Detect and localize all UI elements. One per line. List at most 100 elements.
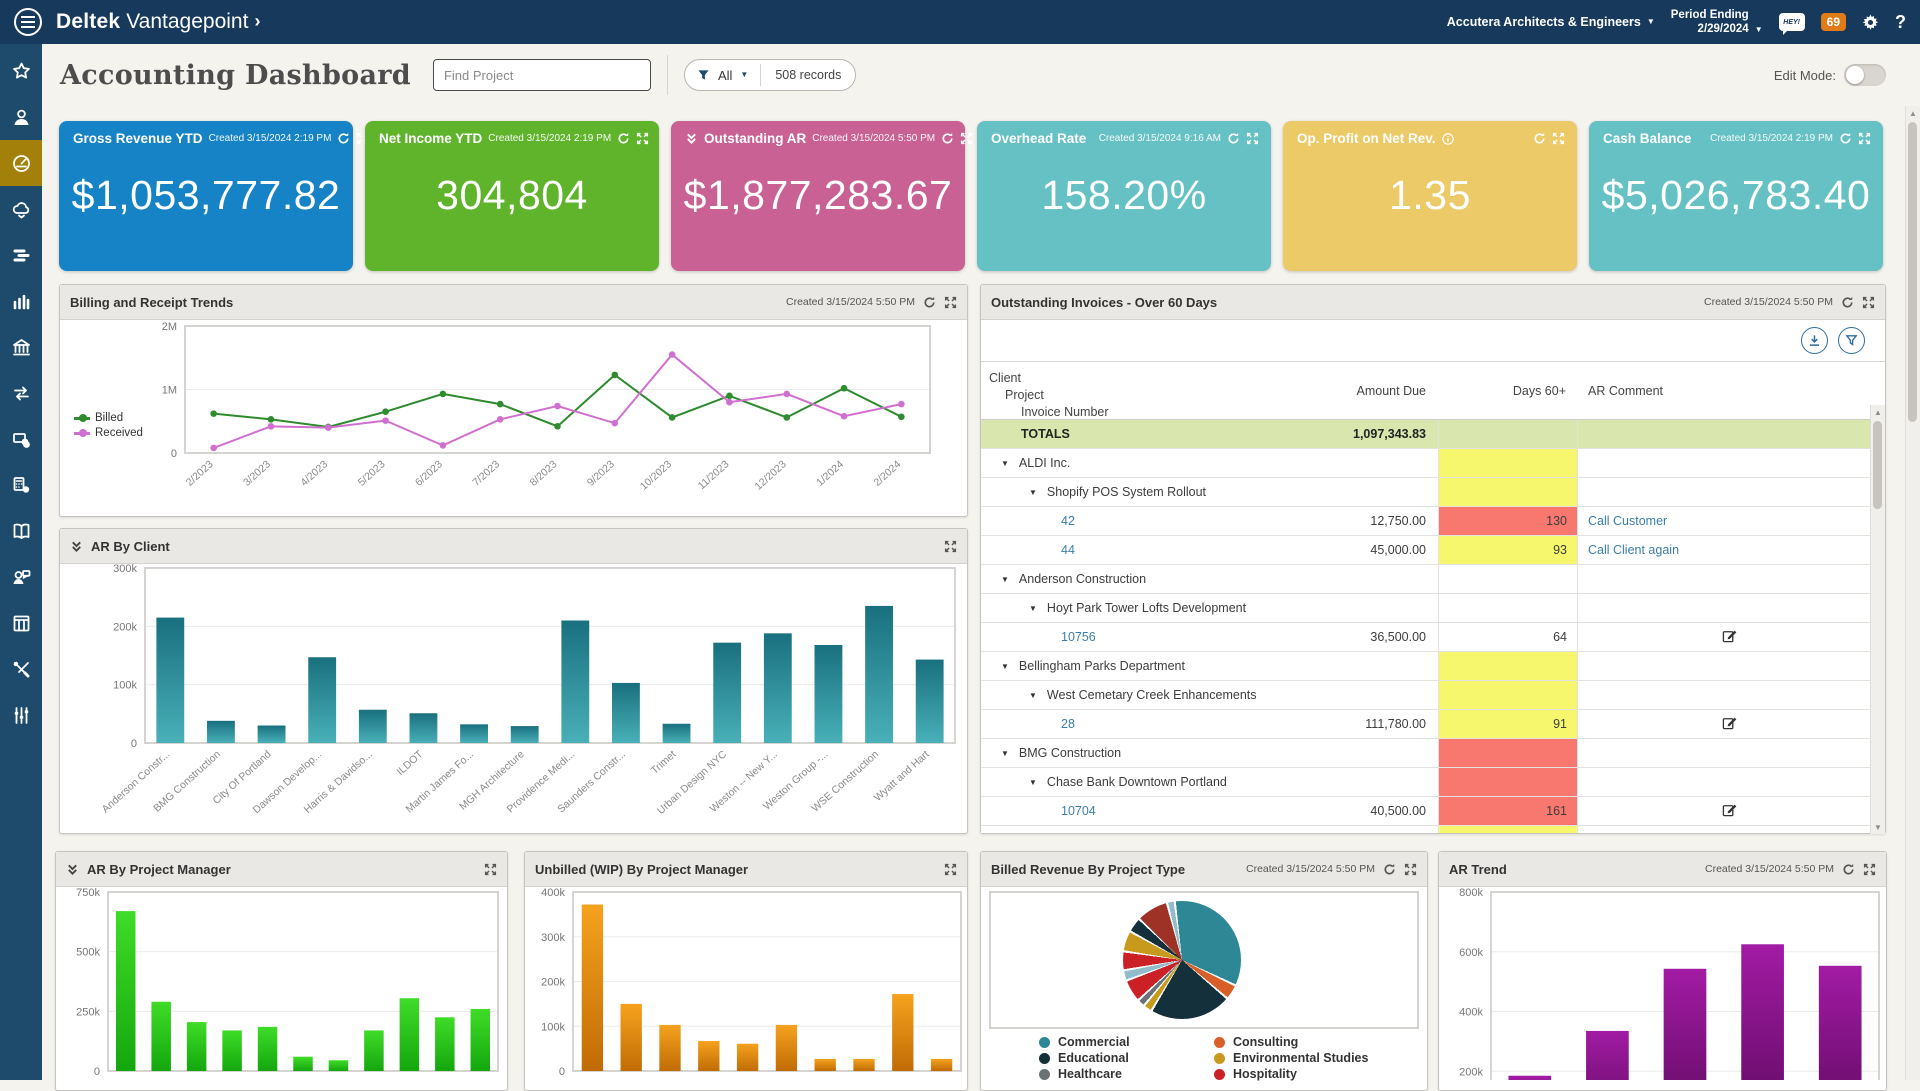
refresh-icon[interactable]: [1227, 132, 1240, 145]
expand-icon[interactable]: [1404, 863, 1417, 876]
expand-triangle-icon[interactable]: ▼: [1029, 691, 1037, 700]
pie-chart: [1123, 901, 1241, 1019]
expand-triangle-icon[interactable]: ▼: [1029, 604, 1037, 613]
expand-icon[interactable]: [1862, 296, 1875, 309]
refresh-icon[interactable]: [1383, 863, 1396, 876]
refresh-icon[interactable]: [1839, 132, 1852, 145]
expand-icon[interactable]: [484, 863, 497, 876]
expand-icon[interactable]: [1246, 132, 1259, 145]
refresh-icon[interactable]: [337, 132, 350, 145]
refresh-icon[interactable]: [617, 132, 630, 145]
refresh-icon[interactable]: [1842, 863, 1855, 876]
expand-icon[interactable]: [960, 132, 973, 145]
sidebar-item-resources[interactable]: [0, 554, 42, 600]
expand-icon[interactable]: [636, 132, 649, 145]
expand-triangle-icon[interactable]: ▼: [1001, 575, 1009, 584]
table-row[interactable]: ▼Hoyt Park Tower Lofts Development: [981, 594, 1871, 623]
bar: [892, 994, 913, 1071]
ar-comment-link[interactable]: Call Client again: [1588, 543, 1679, 557]
sidebar-item-settings[interactable]: [0, 692, 42, 738]
table-row[interactable]: ▼West Cemetary Creek Enhancements: [981, 681, 1871, 710]
column-amount-due: Amount Due: [1273, 362, 1438, 421]
edit-comment-icon[interactable]: [1722, 628, 1737, 646]
sidebar-item-hubs[interactable]: [0, 94, 42, 140]
scroll-up-icon[interactable]: ▲: [1871, 405, 1885, 419]
table-row[interactable]: ▼Chase Bank Downtown Portland: [981, 768, 1871, 797]
expand-icon[interactable]: [1552, 132, 1565, 145]
table-scrollbar[interactable]: ▲ ▼: [1870, 405, 1885, 834]
table-row[interactable]: ▼Anderson Construction: [981, 565, 1871, 594]
ar-comment-link[interactable]: Call Customer: [1588, 514, 1667, 528]
table-row[interactable]: ▼Bellingham Parks Department: [981, 652, 1871, 681]
scroll-down-icon[interactable]: ▼: [1871, 820, 1885, 834]
sidebar-item-share[interactable]: [0, 186, 42, 232]
expand-icon[interactable]: [944, 296, 957, 309]
scroll-up-icon[interactable]: ▲: [1906, 106, 1920, 120]
table-row[interactable]: ▼ALDI Inc.: [981, 449, 1871, 478]
table-row[interactable]: ▼City Of Portland: [981, 826, 1871, 833]
invoice-number-link[interactable]: 44: [1061, 543, 1075, 557]
refresh-icon[interactable]: [1533, 132, 1546, 145]
sidebar-item-accounting[interactable]: [0, 462, 42, 508]
expand-triangle-icon[interactable]: ▼: [1029, 778, 1037, 787]
filter-dropdown[interactable]: All ▼: [685, 68, 760, 83]
sidebar-item-favorites[interactable]: [0, 48, 42, 94]
created-timestamp: Created 3/15/2024 9:16 AM: [1099, 133, 1221, 144]
table-totals-row: TOTALS1,097,343.83: [981, 420, 1871, 449]
company-selector[interactable]: Accutera Architects & Engineers▼: [1447, 15, 1655, 29]
search-input[interactable]: [433, 59, 651, 91]
refresh-icon[interactable]: [923, 296, 936, 309]
sidebar-item-browser[interactable]: [0, 600, 42, 646]
invoice-number-link[interactable]: 42: [1061, 514, 1075, 528]
bar: [329, 1060, 349, 1071]
panel-title: Billing and Receipt Trends: [70, 295, 233, 310]
edit-mode-toggle[interactable]: [1844, 64, 1886, 86]
chat-hey-icon[interactable]: HEY!: [1779, 13, 1805, 31]
svg-text:200k: 200k: [113, 621, 137, 633]
edit-comment-icon[interactable]: [1722, 715, 1737, 733]
sidebar-item-dashboard[interactable]: [0, 140, 42, 186]
sidebar-item-transactions[interactable]: [0, 370, 42, 416]
collapse-chevrons-icon[interactable]: [685, 132, 698, 145]
sidebar-item-reports[interactable]: [0, 278, 42, 324]
invoice-number-link[interactable]: 28: [1061, 717, 1075, 731]
invoice-number-link[interactable]: 10756: [1061, 630, 1096, 644]
bar: [116, 911, 135, 1071]
svg-text:300k: 300k: [541, 932, 565, 944]
table-row[interactable]: ▼Shopify POS System Rollout: [981, 478, 1871, 507]
expand-icon[interactable]: [1858, 132, 1871, 145]
sidebar-item-utilities[interactable]: [0, 646, 42, 692]
sidebar-item-billing[interactable]: [0, 416, 42, 462]
expand-icon[interactable]: [944, 540, 957, 553]
page-scrollbar[interactable]: ▲: [1905, 106, 1920, 1080]
svg-text:Trimet: Trimet: [649, 748, 679, 777]
expand-triangle-icon[interactable]: ▼: [1029, 488, 1037, 497]
period-ending-selector[interactable]: Period Ending2/29/2024 ▼: [1671, 8, 1763, 37]
collapse-chevrons-icon[interactable]: [66, 863, 79, 876]
expand-triangle-icon[interactable]: ▼: [1001, 662, 1009, 671]
collapse-chevrons-icon[interactable]: [70, 540, 83, 553]
sidebar-item-projects[interactable]: [0, 232, 42, 278]
gear-icon[interactable]: [1862, 14, 1879, 31]
info-icon[interactable]: [1442, 133, 1454, 145]
sidebar-item-ledger[interactable]: [0, 508, 42, 554]
hamburger-menu-icon[interactable]: [14, 8, 42, 36]
svg-text:0: 0: [171, 448, 177, 460]
refresh-icon[interactable]: [1841, 296, 1854, 309]
download-icon[interactable]: [1801, 327, 1828, 354]
table-row[interactable]: ▼BMG Construction: [981, 739, 1871, 768]
created-timestamp: Created 3/15/2024 2:19 PM: [1710, 133, 1833, 144]
expand-triangle-icon[interactable]: ▼: [1001, 749, 1009, 758]
notification-badge[interactable]: 69: [1821, 13, 1846, 31]
expand-icon[interactable]: [944, 863, 957, 876]
sidebar-item-banking[interactable]: [0, 324, 42, 370]
bar: [293, 1057, 313, 1071]
invoice-number-link[interactable]: 10704: [1061, 804, 1096, 818]
expand-triangle-icon[interactable]: ▼: [1001, 459, 1009, 468]
refresh-icon[interactable]: [941, 132, 954, 145]
filter-icon[interactable]: [1838, 327, 1865, 354]
expand-icon[interactable]: [1863, 863, 1876, 876]
edit-comment-icon[interactable]: [1722, 802, 1737, 820]
help-icon[interactable]: ?: [1895, 12, 1906, 33]
bar: [1508, 1076, 1551, 1080]
